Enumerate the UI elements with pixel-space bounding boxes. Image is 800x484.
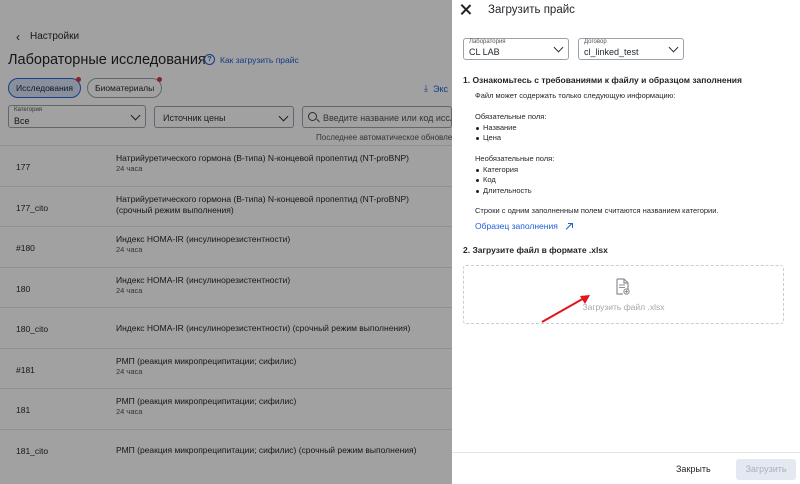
drawer-title: Загрузить прайс (488, 4, 575, 16)
upload-button[interactable]: Загрузить (736, 459, 796, 480)
sample-file-link[interactable]: Образец заполнения (475, 221, 573, 231)
list-item: Длительность (475, 186, 554, 197)
section-requirements-heading: 1. Ознакомьтесь с требованиями к файлу и… (463, 75, 742, 85)
modal-backdrop[interactable] (0, 0, 452, 484)
contract-value: cl_linked_test (584, 47, 639, 57)
contract-select[interactable]: Договор cl_linked_test (578, 38, 684, 60)
optional-fields: Необязательные поля: Категория Код Длите… (475, 154, 554, 196)
dropzone-label: Загрузить файл .xlsx (582, 302, 665, 312)
category-note: Строки с одним заполненным полем считают… (475, 206, 719, 215)
drawer-footer: Закрыть Загрузить (452, 452, 800, 484)
sample-link-label: Образец заполнения (475, 221, 558, 231)
external-link-icon (564, 222, 573, 231)
list-item: Цена (475, 133, 546, 144)
requirements-intro: Файл может содержать только следующую ин… (475, 91, 676, 100)
annotation-arrow-icon (541, 295, 590, 323)
lab-select[interactable]: Лаборатория CL LAB (463, 38, 569, 60)
close-button[interactable]: Закрыть (676, 464, 711, 474)
chevron-down-icon (668, 42, 679, 53)
contract-label: Договор (584, 39, 607, 45)
list-item: Код (475, 175, 554, 186)
chevron-down-icon (553, 42, 564, 53)
required-title: Обязательные поля: (475, 112, 547, 121)
file-dropzone[interactable]: Загрузить файл .xlsx (463, 265, 784, 324)
list-item: Категория (475, 165, 554, 176)
list-item: Название (475, 123, 546, 134)
lab-label: Лаборатория (469, 39, 506, 45)
upload-price-drawer: Загрузить прайс Лаборатория CL LAB Догов… (452, 0, 800, 484)
lab-value: CL LAB (469, 47, 500, 57)
required-fields: Обязательные поля: Название Цена (475, 112, 546, 144)
section-upload-heading: 2. Загрузите файл в формате .xlsx (463, 245, 608, 255)
optional-title: Необязательные поля: (475, 154, 555, 163)
file-upload-icon (616, 278, 630, 295)
close-icon[interactable] (460, 4, 472, 16)
